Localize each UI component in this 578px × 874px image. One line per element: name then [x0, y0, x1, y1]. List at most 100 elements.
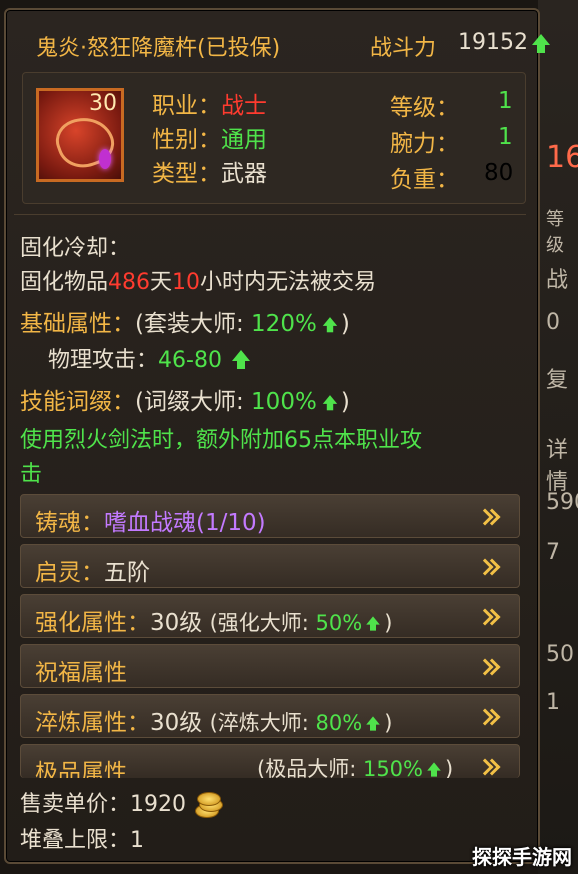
- bg-fragment: 战: [546, 268, 569, 293]
- skill-affix-label: 技能词缀：: [20, 389, 135, 415]
- phys-atk-label: 物理攻击：: [48, 348, 159, 373]
- price-label: 售卖单价：: [20, 792, 131, 817]
- chevron-right-icon: [479, 555, 499, 577]
- row-label: 铸魂：嗜血战魂(1/10): [35, 510, 266, 536]
- stat-value: 武器: [221, 161, 267, 187]
- chevron-right-icon: [479, 705, 499, 727]
- up-arrow-icon: [322, 317, 338, 333]
- row-label: 祝福属性: [35, 660, 127, 686]
- row-label: 强化属性：30级 (强化大师: 50%): [35, 610, 393, 636]
- demon-pestle-weapon-icon[interactable]: 30: [36, 88, 124, 182]
- row-enhance[interactable]: 强化属性：30级 (强化大师: 50%): [20, 594, 520, 638]
- row-label: 极品属性: [35, 760, 127, 778]
- base-attr-master-close: ): [340, 311, 350, 337]
- price-line: 售卖单价：1920: [20, 786, 224, 818]
- row-label: 淬炼属性：30级 (淬炼大师: 80%): [35, 710, 393, 736]
- stat-value: 战士: [221, 93, 267, 119]
- chevron-right-icon: [479, 605, 499, 627]
- bg-fragment: 详情: [546, 438, 569, 495]
- chevron-right-icon: [479, 505, 499, 527]
- bg-fragment: 16: [546, 140, 578, 175]
- row-label: 启灵：五阶: [35, 560, 150, 586]
- bg-fragment: 590: [546, 490, 578, 515]
- lock-days-unit: 天: [150, 270, 173, 295]
- up-arrow-icon: [366, 716, 380, 731]
- row-blessing[interactable]: 祝福属性: [20, 644, 520, 688]
- row-premium[interactable]: 极品属性 (极品大师: 150%): [20, 744, 520, 778]
- background-panel: 16 等级 战 0 复 详情 590 7 50 1: [538, 0, 578, 874]
- stat-key: 负重: [390, 167, 436, 193]
- lock-prefix: 固化物品: [20, 270, 109, 295]
- stat-sep: ：: [436, 131, 459, 157]
- chevron-right-icon: [479, 655, 499, 677]
- price-value: 1920: [130, 792, 187, 817]
- skill-affix-line: 技能词缀：(词缀大师: 100%): [20, 382, 350, 416]
- phys-atk-value: 46-80: [158, 348, 222, 373]
- stat-key: 等级: [390, 95, 436, 121]
- lock-days: 486: [108, 270, 151, 295]
- skill-desc-line2: 击: [20, 462, 43, 487]
- skill-master-open: (词缀大师:: [135, 389, 252, 415]
- stat-key: 腕力: [390, 131, 436, 157]
- bg-fragment: 0: [546, 310, 560, 335]
- stat-type: 类型：武器: [152, 154, 267, 188]
- stat-sep: ：: [436, 95, 459, 121]
- stat-strength: 腕力：: [390, 124, 459, 158]
- skill-desc-line1: 使用烈火剑法时，额外附加65点本职业攻: [20, 428, 422, 453]
- bg-fragment: 1: [546, 690, 560, 715]
- trade-lock-line: 固化物品486天10小时内无法被交易: [20, 264, 376, 296]
- gem-icon: [99, 149, 111, 169]
- bg-fragment: 7: [546, 540, 560, 565]
- stat-class: 职业：战士: [152, 86, 267, 120]
- power-value: 19152: [458, 30, 528, 55]
- up-arrow-icon: [322, 395, 338, 411]
- up-arrow-icon: [366, 616, 380, 631]
- base-attr-master-value: 120%: [251, 311, 317, 337]
- stack-value: 1: [130, 828, 145, 853]
- cooldown-label: 固化冷却：: [20, 236, 131, 261]
- power-label: 战斗力: [370, 36, 437, 61]
- gold-coin-icon: [193, 792, 224, 818]
- stat-weight: 负重：: [390, 160, 459, 194]
- stat-key: 职业: [152, 93, 198, 119]
- stack-label: 堆叠上限：: [20, 828, 131, 853]
- chevron-right-icon: [479, 755, 499, 777]
- stat-key: 性别: [152, 127, 198, 153]
- row-soul-forge[interactable]: 铸魂：嗜血战魂(1/10): [20, 494, 520, 538]
- stat-sep: ：: [198, 93, 221, 119]
- base-attr-label: 基础属性：: [20, 311, 135, 337]
- divider: [14, 214, 526, 215]
- stat-sep: ：: [198, 161, 221, 187]
- cooldown-line: 固化冷却：: [20, 230, 130, 262]
- base-attr-master-open: (套装大师:: [135, 311, 252, 337]
- stat-sep: ：: [198, 127, 221, 153]
- stat-key: 类型: [152, 161, 198, 187]
- skill-master-close: ): [340, 389, 350, 415]
- up-arrow-icon: [231, 350, 250, 369]
- stat-level-value: 1: [498, 88, 513, 114]
- stat-value: 通用: [221, 127, 267, 153]
- item-name: 鬼炎·怒狂降魔杵(已投保): [36, 36, 281, 61]
- bg-fragment: 50: [546, 642, 574, 667]
- row-temper[interactable]: 淬炼属性：30级 (淬炼大师: 80%): [20, 694, 520, 738]
- stat-strength-value: 1: [498, 124, 513, 150]
- phys-atk-line: 物理攻击：46-80: [48, 342, 250, 374]
- item-level-badge: 30: [89, 91, 117, 116]
- row-awaken[interactable]: 启灵：五阶: [20, 544, 520, 588]
- power-up-arrow-icon: [532, 34, 550, 53]
- tooltip-header: 鬼炎·怒狂降魔杵(已投保) 战斗力 19152: [22, 22, 550, 62]
- stack-line: 堆叠上限：1: [20, 822, 144, 854]
- stat-sep: ：: [436, 167, 459, 193]
- stat-gender: 性别：通用: [152, 120, 267, 154]
- up-arrow-icon: [427, 762, 441, 777]
- bg-fragment: 等级: [546, 209, 564, 256]
- bg-fragment: 复: [546, 368, 569, 393]
- premium-master: (极品大师: 150%): [257, 757, 454, 778]
- lock-hours: 10: [172, 270, 201, 295]
- skill-master-value: 100%: [251, 389, 317, 415]
- site-watermark: 探探手游网: [472, 845, 572, 869]
- lock-suffix: 小时内无法被交易: [200, 270, 377, 295]
- stat-weight-value: 80: [484, 160, 514, 186]
- stat-level: 等级：: [390, 88, 459, 122]
- base-attr-line: 基础属性：(套装大师: 120%): [20, 304, 350, 338]
